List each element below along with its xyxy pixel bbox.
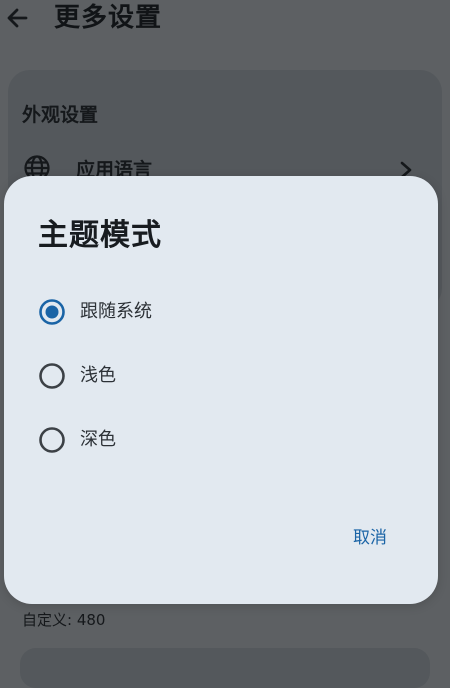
radio-unselected-icon[interactable] — [38, 426, 66, 454]
section-header-appearance: 外观设置 — [22, 104, 99, 126]
option-label: 深色 — [80, 429, 116, 450]
option-light[interactable]: 浅色 — [34, 352, 414, 400]
option-dark[interactable]: 深色 — [34, 416, 414, 464]
app-bar: 更多设置 — [0, 0, 450, 44]
page-title: 更多设置 — [54, 3, 163, 33]
cancel-button[interactable]: 取消 — [332, 520, 408, 556]
option-label: 浅色 — [80, 365, 116, 386]
custom-value-text: 自定义: 480 — [22, 611, 106, 629]
option-follow-system[interactable]: 跟随系统 — [34, 288, 414, 336]
next-settings-card — [20, 648, 430, 688]
arrow-left-icon[interactable] — [4, 4, 32, 32]
option-label: 跟随系统 — [80, 301, 152, 322]
dialog-title: 主题模式 — [38, 218, 162, 253]
radio-selected-icon[interactable] — [38, 298, 66, 326]
theme-mode-dialog: 主题模式 跟随系统 浅色 深色 取消 — [4, 176, 438, 604]
radio-unselected-icon[interactable] — [38, 362, 66, 390]
